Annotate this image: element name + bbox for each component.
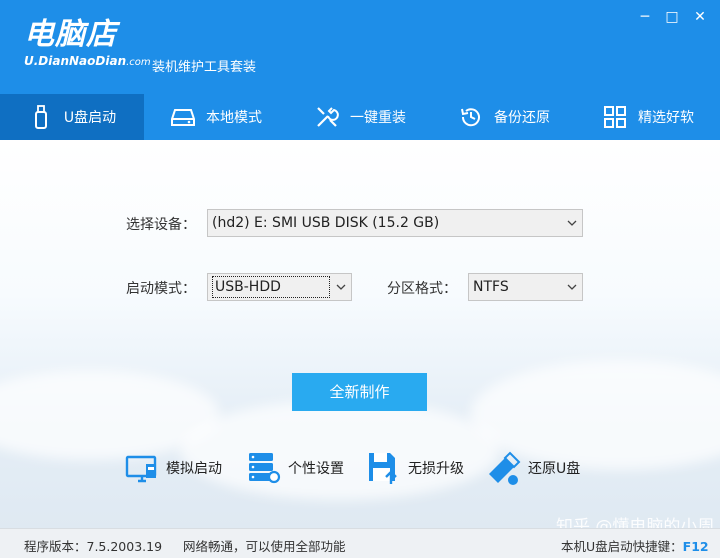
device-label: 选择设备： (126, 217, 196, 233)
save-upgrade-icon (369, 453, 397, 484)
tab-usb-boot[interactable]: U盘启动 (0, 94, 144, 140)
tab-local-mode[interactable]: 本地模式 (144, 94, 288, 140)
personal-settings-button[interactable]: 个性设置 (246, 450, 344, 486)
main-panel: 选择设备： (hd2) E: SMI USB DISK (15.2 GB) 启动… (0, 140, 720, 528)
tab-label: U盘启动 (63, 110, 117, 126)
tab-label: 本地模式 (206, 110, 262, 126)
chevron-down-icon (566, 274, 578, 300)
chevron-down-icon (566, 210, 578, 236)
server-settings-icon (249, 453, 281, 484)
app-subtitle: 装机维护工具套装 (152, 60, 257, 75)
tab-recommended-software[interactable]: 精选好软 (576, 94, 720, 140)
main-nav: U盘启动 本地模式 一键重装 备份还原 精选好软 (0, 94, 720, 140)
tab-label: 备份还原 (494, 110, 550, 126)
device-select[interactable]: (hd2) E: SMI USB DISK (15.2 GB) (207, 209, 583, 237)
logo-sub-text: U.DianNaoDian.com (24, 54, 151, 68)
maximize-button[interactable]: □ (660, 6, 684, 28)
restore-clock-icon (461, 108, 480, 127)
close-button[interactable]: ✕ (688, 6, 712, 28)
boot-mode-label: 启动模式： (126, 281, 196, 297)
restore-usb-button[interactable]: 还原U盘 (486, 450, 580, 486)
simulate-boot-button[interactable]: 模拟启动 (124, 450, 222, 486)
minimize-button[interactable]: ─ (633, 6, 657, 28)
status-bar: 程序版本：7.5.2003.19 网络畅通，可以使用全部功能 本机U盘启动快捷键… (0, 528, 720, 558)
partition-format-label: 分区格式： (387, 281, 457, 297)
shortcut-key-label: 本机U盘启动快捷键：F12 (561, 539, 709, 554)
boot-mode-select-value: USB-HDD (212, 276, 330, 298)
tab-one-click-reinstall[interactable]: 一键重装 (288, 94, 432, 140)
boot-mode-select[interactable]: USB-HDD (207, 273, 352, 301)
chevron-down-icon (335, 274, 347, 300)
app-logo: 电脑店 U.DianNaoDian.com (24, 17, 151, 69)
device-select-value: (hd2) E: SMI USB DISK (15.2 GB) (212, 215, 440, 231)
tool-label: 还原U盘 (528, 461, 581, 477)
create-new-button[interactable]: 全新制作 (292, 373, 427, 411)
app-grid-icon (604, 106, 626, 128)
tools-icon (317, 107, 339, 127)
hard-disk-icon (171, 109, 195, 126)
partition-format-select-value: NTFS (473, 279, 509, 295)
tool-label: 个性设置 (288, 461, 344, 477)
tool-label: 无损升级 (408, 461, 464, 477)
network-status-text: 网络畅通，可以使用全部功能 (183, 539, 346, 554)
partition-format-select[interactable]: NTFS (468, 273, 583, 301)
tab-label: 一键重装 (350, 110, 406, 126)
title-bar: 电脑店 U.DianNaoDian.com 装机维护工具套装 ─ □ ✕ (0, 0, 720, 94)
lossless-upgrade-button[interactable]: 无损升级 (366, 450, 464, 486)
monitor-icon (125, 455, 157, 483)
usb-restore-icon (489, 451, 521, 485)
shortcut-key-value: F12 (682, 539, 709, 554)
logo-main-text: 电脑店 (24, 17, 117, 52)
tab-label: 精选好软 (638, 110, 694, 126)
tool-label: 模拟启动 (166, 461, 222, 477)
version-text: 程序版本：7.5.2003.19 (24, 539, 163, 554)
tab-backup-restore[interactable]: 备份还原 (432, 94, 576, 140)
usb-drive-icon (34, 105, 47, 129)
